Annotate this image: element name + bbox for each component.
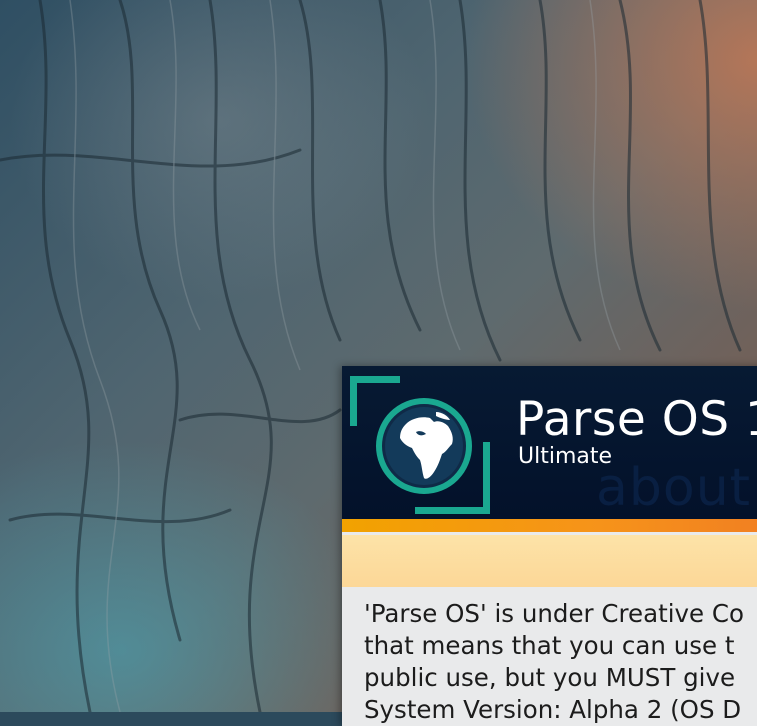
globe-icon <box>376 398 472 494</box>
os-edition: Ultimate <box>518 444 613 469</box>
about-header: about Parse OS 1 Ultimate <box>342 366 757 519</box>
license-text: 'Parse OS' is under Creative Co that mea… <box>364 598 757 726</box>
accent-bar <box>342 519 757 532</box>
logo-frame <box>350 376 490 514</box>
license-line: public use, but you MUST give <box>364 663 736 692</box>
license-line: 'Parse OS' is under Creative Co <box>364 599 744 628</box>
license-line: System Version: Alpha 2 (OS D <box>364 695 742 724</box>
about-window[interactable]: about Parse OS 1 Ultimate 'Parse OS' is … <box>342 366 757 726</box>
os-title: Parse OS 1 <box>516 392 757 447</box>
info-banner <box>342 535 757 587</box>
about-watermark: about <box>596 458 752 518</box>
license-line: that means that you can use t <box>364 631 735 660</box>
